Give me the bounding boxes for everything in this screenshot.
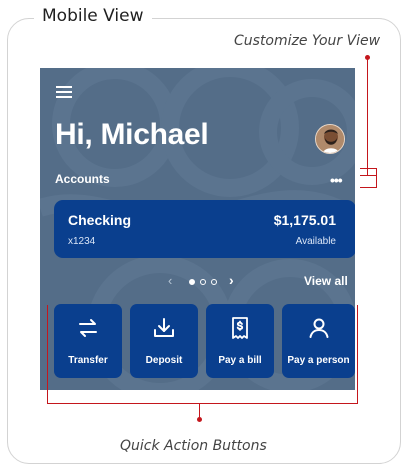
pager-dot-3[interactable] [211, 279, 217, 285]
callout-bracket-bottom-edge [360, 187, 377, 188]
menu-icon[interactable] [56, 86, 72, 98]
deposit-button[interactable]: Deposit [130, 304, 198, 378]
callout-line-top [367, 58, 368, 175]
pay-bill-button[interactable]: Pay a bill [206, 304, 274, 378]
pager-dot-1[interactable] [189, 279, 195, 285]
quick-actions-callout: Quick Action Buttons [120, 438, 267, 454]
pager-dot-2[interactable] [200, 279, 206, 285]
account-balance: $1,175.01 [273, 212, 336, 228]
account-number: x1234 [68, 236, 96, 247]
accounts-label: Accounts [55, 172, 110, 186]
callout-bracket-top-edge [360, 168, 377, 169]
action-label: Pay a person [287, 355, 350, 366]
transfer-button[interactable]: Transfer [54, 304, 122, 378]
view-all-link[interactable]: View all [304, 274, 348, 288]
callout-bracket-right-bottom [357, 305, 358, 404]
action-label: Pay a bill [218, 355, 262, 366]
person-icon [309, 318, 329, 338]
more-options-icon[interactable]: ••• [330, 172, 343, 188]
avatar[interactable] [315, 124, 345, 154]
callout-dot-bottom [197, 417, 202, 422]
transfer-icon [79, 319, 97, 337]
action-label: Deposit [145, 355, 183, 366]
account-name: Checking [68, 212, 132, 228]
checking-account-card[interactable]: Checking x1234 $1,175.01 Available [54, 200, 355, 258]
deposit-icon [154, 318, 174, 337]
callout-bracket-top [360, 175, 377, 176]
mobile-app-screen: Hi, Michael Accounts ••• Checking x1234 … [40, 68, 355, 390]
bill-icon [232, 317, 248, 339]
chevron-left-icon[interactable]: ‹ [168, 273, 172, 288]
pay-person-button[interactable]: Pay a person [282, 304, 355, 378]
callout-bracket-base [47, 403, 358, 404]
action-label: Transfer [68, 355, 108, 366]
quick-actions: Transfer Deposit Pay a bill Pay a person [54, 304, 355, 378]
chevron-right-icon[interactable]: › [229, 272, 234, 288]
frame-title: Mobile View [34, 6, 152, 26]
callout-bracket-left [47, 305, 48, 404]
balance-label: Available [295, 236, 336, 247]
callout-bracket-right [376, 168, 377, 188]
greeting-heading: Hi, Michael [55, 118, 209, 151]
customize-view-callout: Customize Your View [234, 33, 381, 49]
